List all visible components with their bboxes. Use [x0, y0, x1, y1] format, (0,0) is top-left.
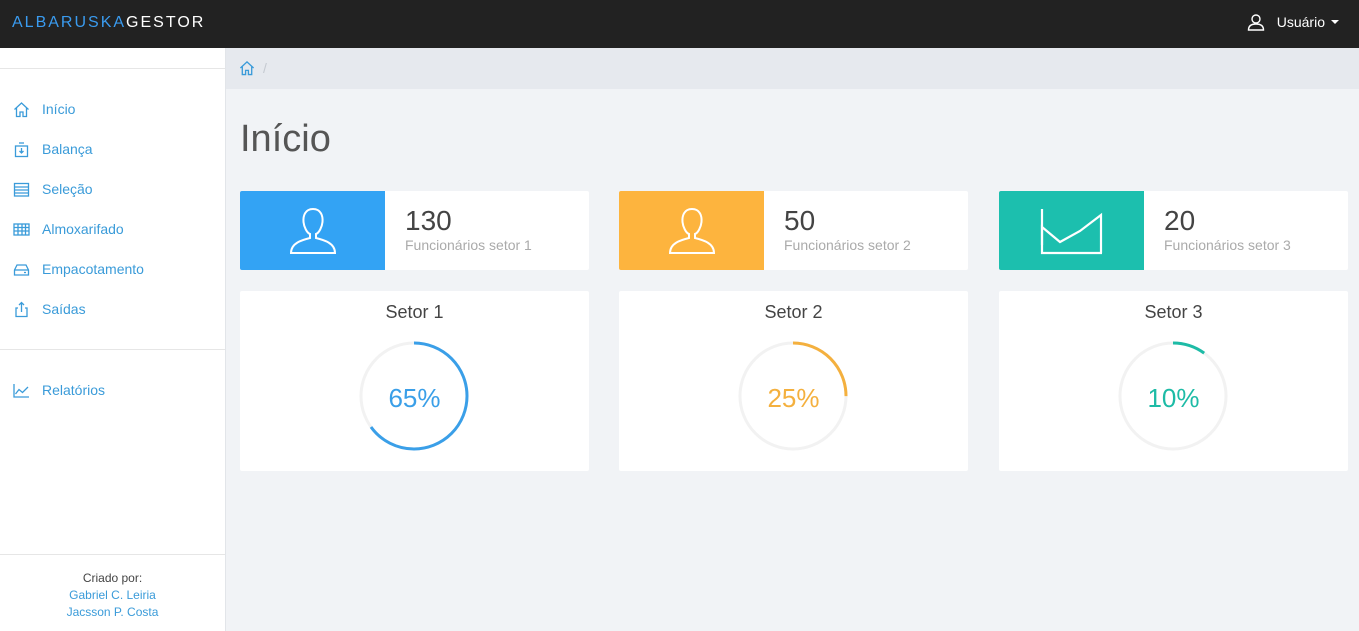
brand-logo[interactable]: ALBARUSKAGESTOR — [12, 14, 205, 32]
sector-percent: 25% — [767, 383, 820, 413]
grid-icon — [12, 220, 30, 238]
sidebar-item-inicio[interactable]: Início — [0, 89, 225, 129]
sidebar-item-label: Saídas — [42, 301, 86, 317]
credits-label: Criado por: — [82, 571, 143, 585]
stat-value: 130 — [405, 205, 452, 236]
stat-label: Funcionários setor 2 — [784, 237, 911, 253]
package-icon — [12, 260, 30, 278]
sidebar: Início Balança Seleção Almoxarifado Empa… — [0, 48, 226, 631]
credits-author[interactable]: Jacsson P. Costa — [0, 604, 225, 621]
sidebar-divider — [0, 554, 225, 555]
sidebar-item-label: Empacotamento — [42, 261, 144, 277]
home-icon — [12, 100, 30, 118]
sector-percent: 10% — [1147, 383, 1200, 413]
user-menu[interactable]: Usuário — [1247, 13, 1339, 31]
area-chart-icon — [1040, 208, 1102, 254]
user-icon — [1247, 14, 1264, 31]
sector-title: Setor 1 — [385, 302, 444, 322]
sector-title: Setor 2 — [764, 302, 823, 322]
export-icon — [12, 300, 30, 318]
sidebar-item-label: Almoxarifado — [42, 221, 124, 237]
sidebar-item-label: Início — [42, 101, 76, 117]
breadcrumb: / — [226, 48, 1359, 89]
caret-down-icon — [1331, 20, 1339, 24]
sidebar-item-label: Seleção — [42, 181, 93, 197]
stat-label: Funcionários setor 1 — [405, 237, 532, 253]
user-icon — [289, 207, 336, 254]
stat-icon-box — [999, 191, 1144, 270]
sidebar-divider — [0, 349, 225, 350]
sector-card: Setor 3 10% — [999, 291, 1348, 471]
stat-card-setor-2: 50 Funcionários setor 2 — [619, 191, 968, 270]
sector-title: Setor 3 — [1144, 302, 1203, 322]
page-title: Início — [240, 118, 331, 160]
sidebar-item-saidas[interactable]: Saídas — [0, 289, 225, 329]
user-menu-label: Usuário — [1276, 14, 1325, 30]
brand-part1: ALBARUSKA — [12, 14, 127, 31]
sector-card: Setor 1 65% — [240, 291, 589, 471]
sidebar-item-label: Balança — [42, 141, 93, 157]
home-icon[interactable] — [239, 60, 255, 81]
top-navbar: ALBARUSKAGESTOR Usuário — [0, 0, 1359, 48]
stat-icon-box — [240, 191, 385, 270]
sidebar-item-selecao[interactable]: Seleção — [0, 169, 225, 209]
sidebar-divider — [0, 68, 225, 69]
sidebar-item-empacotamento[interactable]: Empacotamento — [0, 249, 225, 289]
stat-card-setor-1: 130 Funcionários setor 1 — [240, 191, 589, 270]
stat-value: 50 — [784, 205, 816, 236]
scale-icon — [12, 140, 30, 158]
sidebar-item-balanca[interactable]: Balança — [0, 129, 225, 169]
user-icon — [668, 207, 715, 254]
chart-line-icon — [12, 381, 30, 399]
sidebar-item-label: Relatórios — [42, 382, 106, 398]
brand-part2: GESTOR — [126, 14, 206, 31]
stat-value: 20 — [1164, 205, 1196, 236]
stat-card-setor-3: 20 Funcionários setor 3 — [999, 191, 1348, 270]
breadcrumb-separator: / — [263, 60, 267, 76]
calendar-icon — [12, 180, 30, 198]
sector-percent: 65% — [388, 383, 441, 413]
credits: Criado por: Gabriel C. Leiria Jacsson P.… — [0, 570, 225, 621]
credits-author[interactable]: Gabriel C. Leiria — [0, 587, 225, 604]
sidebar-item-almoxarifado[interactable]: Almoxarifado — [0, 209, 225, 249]
sector-card: Setor 2 25% — [619, 291, 968, 471]
stat-icon-box — [619, 191, 764, 270]
stat-label: Funcionários setor 3 — [1164, 237, 1291, 253]
sidebar-item-relatorios[interactable]: Relatórios — [0, 370, 225, 410]
